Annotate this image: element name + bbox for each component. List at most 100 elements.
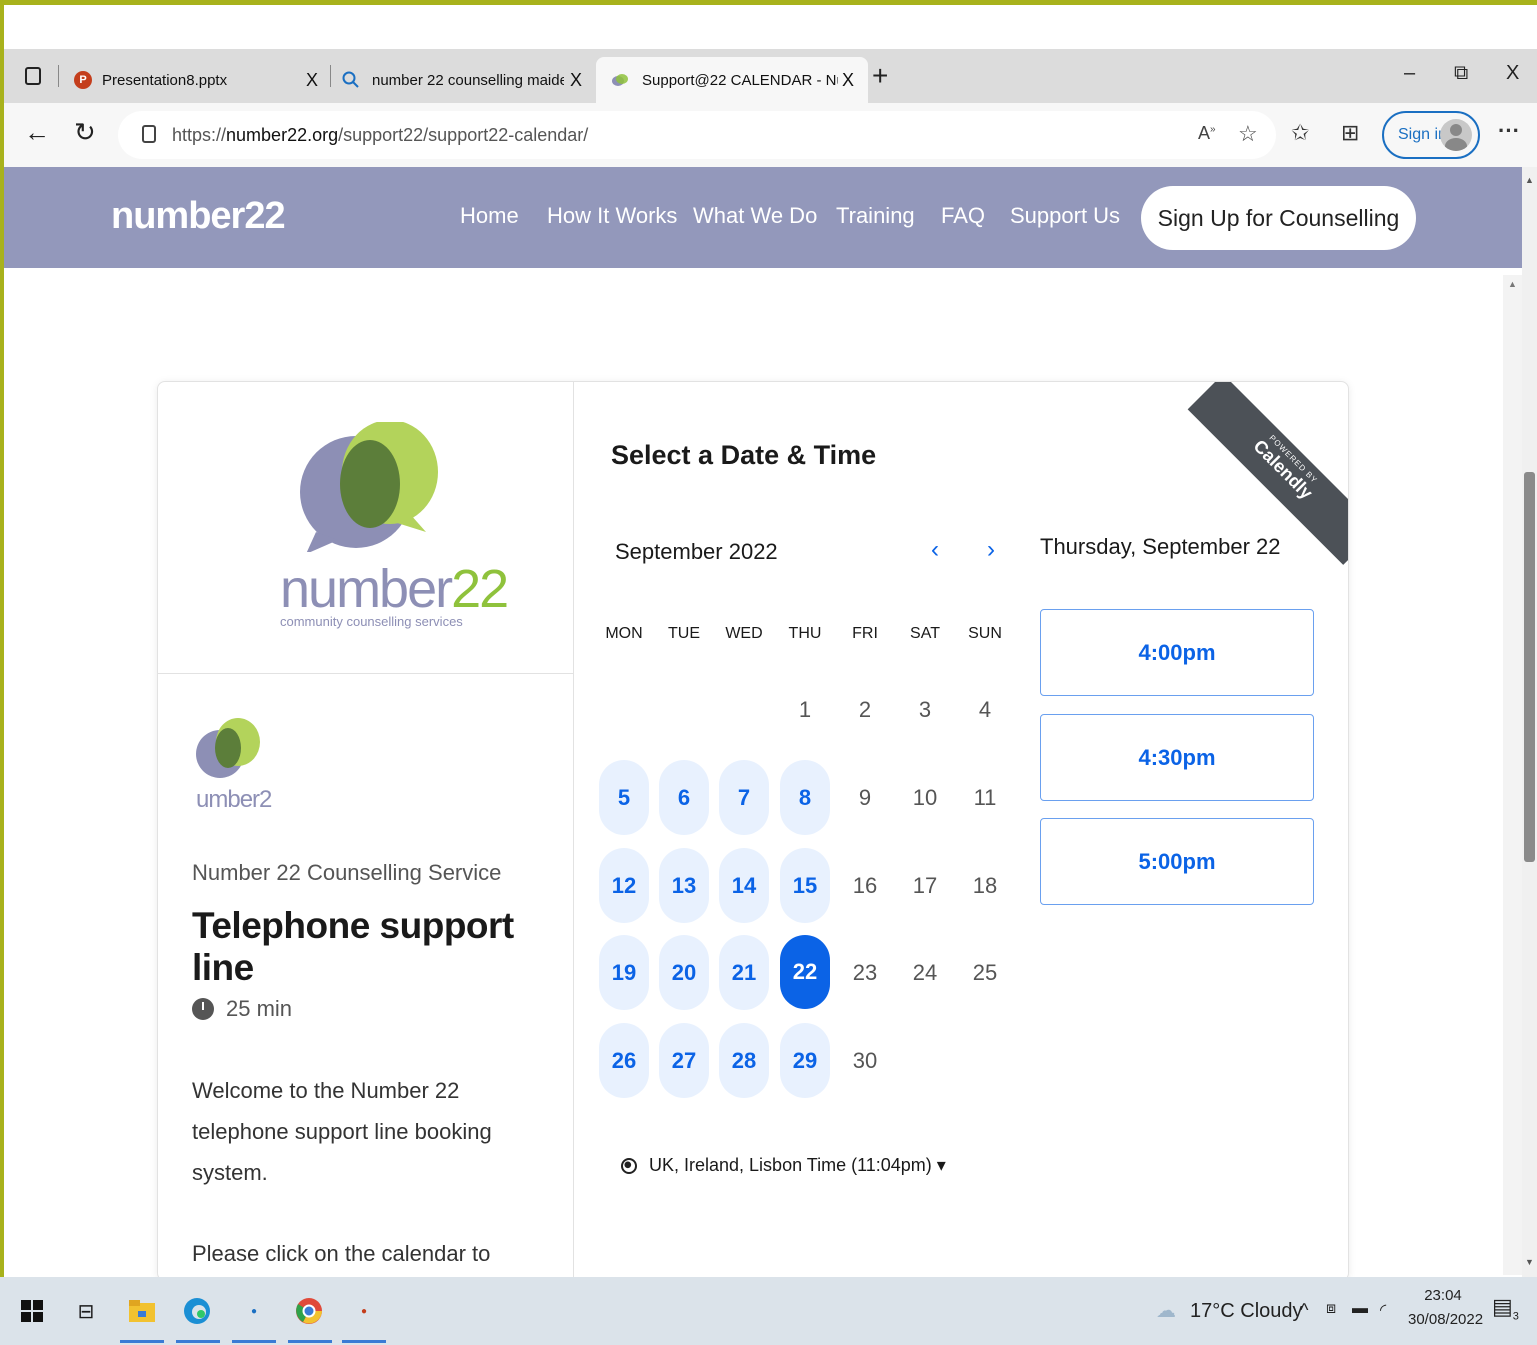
event-duration: 25 min xyxy=(192,996,292,1022)
tab-calendar-active[interactable]: Support@22 CALENDAR - Numb X xyxy=(596,57,868,103)
weekday-sun: SUN xyxy=(968,625,1002,642)
scroll-up-icon[interactable]: ▲ xyxy=(1508,279,1517,289)
task-view-icon[interactable]: ⊟ xyxy=(70,1295,102,1327)
time-slot-button[interactable]: 5:00pm xyxy=(1040,818,1314,905)
selected-day[interactable]: 22 xyxy=(780,935,830,1009)
notification-count: 3 xyxy=(1512,1310,1519,1323)
close-window-button[interactable]: X xyxy=(1506,62,1519,85)
address-bar[interactable]: https://number22.org/support22/support22… xyxy=(118,111,1276,159)
calendar-day[interactable]: 20 xyxy=(659,935,709,1010)
taskbar-clock[interactable]: 23:04 30/08/2022 xyxy=(1408,1284,1484,1332)
calendar-day[interactable]: 29 xyxy=(780,1023,830,1098)
collections-icon[interactable]: ⊞ xyxy=(1341,120,1359,146)
notification-icon[interactable]: ▤3 xyxy=(1492,1294,1519,1322)
calendar-day[interactable]: 7 xyxy=(719,760,769,835)
url-text: https://number22.org/support22/support22… xyxy=(172,125,589,145)
calendar-day[interactable]: 6 xyxy=(659,760,709,835)
minimize-button[interactable]: – xyxy=(1404,62,1415,85)
calendar-day[interactable]: 19 xyxy=(599,935,649,1010)
picker-heading: Select a Date & Time xyxy=(611,440,877,470)
embed-scrollbar[interactable]: ▲ xyxy=(1503,275,1522,1275)
page-scrollbar[interactable]: ▲ ▼ xyxy=(1522,167,1537,1277)
tab-actions-button[interactable] xyxy=(18,63,48,89)
tab-presentation[interactable]: P Presentation8.pptx X xyxy=(68,57,330,103)
calendar-day: 10 xyxy=(912,785,938,810)
edge-icon[interactable] xyxy=(181,1295,213,1327)
selected-date-label: Thursday, September 22 xyxy=(1040,534,1281,559)
calendar-day[interactable]: 27 xyxy=(659,1023,709,1098)
nav-home[interactable]: Home xyxy=(460,203,519,229)
refresh-icon[interactable]: ↻ xyxy=(74,117,96,148)
more-icon[interactable]: ··· xyxy=(1498,118,1520,144)
calendar-day[interactable]: 21 xyxy=(719,935,769,1010)
sign-up-counselling-button[interactable]: Sign Up for Counselling xyxy=(1141,186,1416,250)
scroll-up-icon[interactable]: ▲ xyxy=(1525,175,1534,185)
calendar-day[interactable]: 13 xyxy=(659,848,709,923)
prev-month-button[interactable]: ‹ xyxy=(931,536,939,564)
calendar-day[interactable]: 26 xyxy=(599,1023,649,1098)
site-brand[interactable]: number22 xyxy=(111,195,286,238)
time-slot-button[interactable]: 4:30pm xyxy=(1040,714,1314,801)
nav-what-we-do[interactable]: What We Do xyxy=(693,203,817,229)
favorites-icon[interactable]: ✩ xyxy=(1291,120,1309,146)
tab-close-button[interactable]: X xyxy=(842,70,854,91)
weekday-thu: THU xyxy=(788,625,822,642)
taskbar-app-icon[interactable]: ● xyxy=(238,1295,270,1327)
small-logo-wordmark: umber2 xyxy=(196,786,272,813)
file-explorer-icon[interactable] xyxy=(126,1295,158,1327)
read-aloud-icon[interactable]: A» xyxy=(1198,123,1216,144)
timezone-selector[interactable]: UK, Ireland, Lisbon Time (11:04pm) ▾ xyxy=(621,1155,946,1176)
active-app-indicator xyxy=(342,1340,386,1343)
tab-title: Support@22 CALENDAR - Numb xyxy=(642,71,838,89)
logo-tagline: community counselling services xyxy=(280,614,463,629)
calendar-day[interactable]: 28 xyxy=(719,1023,769,1098)
restore-button[interactable]: ⧉ xyxy=(1454,62,1468,85)
calendar-day[interactable]: 5 xyxy=(599,760,649,835)
calendar-day: 24 xyxy=(912,960,938,985)
scrollbar-thumb[interactable] xyxy=(1524,472,1535,862)
favorite-add-icon[interactable]: ☆ xyxy=(1238,121,1258,147)
event-details-pane: number22 community counselling services … xyxy=(158,382,574,1280)
weekday-sat: SAT xyxy=(910,625,940,642)
event-description: Welcome to the Number 22 telephone suppo… xyxy=(192,1070,532,1280)
calendar-day[interactable]: 8 xyxy=(780,760,830,835)
calendar-day: 1 xyxy=(798,697,812,722)
sign-in-button[interactable]: Sign in xyxy=(1382,111,1480,159)
clock-date: 30/08/2022 xyxy=(1408,1311,1484,1328)
nav-training[interactable]: Training xyxy=(836,203,915,229)
nav-how-it-works[interactable]: How It Works xyxy=(547,203,677,229)
organization-name: Number 22 Counselling Service xyxy=(192,860,502,885)
scroll-down-icon[interactable]: ▼ xyxy=(1525,1257,1534,1267)
chrome-icon[interactable] xyxy=(293,1295,325,1327)
new-tab-button[interactable]: + xyxy=(872,60,888,92)
time-slot-button[interactable]: 4:00pm xyxy=(1040,609,1314,696)
tab-close-button[interactable]: X xyxy=(570,70,582,91)
active-app-indicator xyxy=(120,1340,164,1343)
nav-faq[interactable]: FAQ xyxy=(941,203,985,229)
tab-separator xyxy=(58,65,59,87)
calendar-day[interactable]: 15 xyxy=(780,848,830,923)
calendar-day[interactable]: 14 xyxy=(719,848,769,923)
search-icon xyxy=(342,71,360,89)
nav-support-us[interactable]: Support Us xyxy=(1010,203,1120,229)
weather-text[interactable]: 17°C Cloudy xyxy=(1190,1300,1303,1323)
calendar-day[interactable]: 12 xyxy=(599,848,649,923)
logo-wordmark: number22 xyxy=(280,559,509,619)
month-label: September 2022 xyxy=(615,539,778,564)
back-icon[interactable]: ← xyxy=(24,117,50,148)
calendar-day: 11 xyxy=(973,785,997,810)
speech-bubbles-logo-icon xyxy=(300,422,438,552)
tab-search[interactable]: number 22 counselling maidenh X xyxy=(338,57,592,103)
tray-device-icon[interactable]: ⧈ xyxy=(1326,1300,1336,1318)
tray-chevron-icon[interactable]: ^ xyxy=(1300,1300,1308,1321)
battery-icon[interactable]: ▬ xyxy=(1352,1300,1368,1318)
wifi-icon[interactable]: ◜ xyxy=(1380,1300,1386,1320)
windows-start-icon[interactable] xyxy=(16,1295,48,1327)
duration-text: 25 min xyxy=(226,996,293,1021)
taskbar-app-icon[interactable]: ● xyxy=(348,1295,380,1327)
description-paragraph: Welcome to the Number 22 telephone suppo… xyxy=(192,1078,492,1185)
calendar-day: 16 xyxy=(852,873,878,898)
tab-close-button[interactable]: X xyxy=(306,70,318,91)
next-month-button[interactable]: › xyxy=(987,536,995,564)
calendar-day: 18 xyxy=(972,873,998,898)
